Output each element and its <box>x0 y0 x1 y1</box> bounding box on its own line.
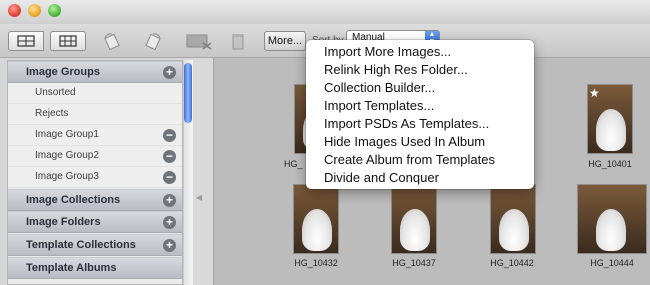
more-menu: Import More Images... Relink High Res Fo… <box>306 40 534 189</box>
rotate-left-icon[interactable] <box>102 32 122 50</box>
image-thumbnail[interactable] <box>293 184 339 254</box>
menu-item-import-more-images[interactable]: Import More Images... <box>324 43 451 60</box>
sidebar-header-image-groups[interactable]: Image Groups + <box>8 61 182 83</box>
photo-content <box>499 209 529 251</box>
image-thumbnail[interactable] <box>577 184 647 254</box>
star-icon: ★ <box>589 86 600 100</box>
sidebar-header-template-albums[interactable]: Template Albums <box>8 257 182 279</box>
sidebar-item-label: Unsorted <box>35 87 76 98</box>
thumbnail-caption: HG_10437 <box>392 258 436 268</box>
grid-view-icon <box>59 35 77 47</box>
sidebar-item-image-group1[interactable]: Image Group1 − <box>8 125 182 146</box>
thumbnail-caption: HG_10401 <box>588 159 632 169</box>
menu-item-import-templates[interactable]: Import Templates... <box>324 97 434 114</box>
single-view-button[interactable] <box>8 31 44 51</box>
sidebar-header-label: Image Folders <box>26 216 101 228</box>
menu-item-create-album-from-templates[interactable]: Create Album from Templates <box>324 151 495 168</box>
image-thumbnail[interactable] <box>490 184 536 254</box>
menu-item-collection-builder[interactable]: Collection Builder... <box>324 79 435 96</box>
sidebar-item-label: Rejects <box>35 108 69 119</box>
sidebar-header-label: Template Collections <box>26 239 136 251</box>
photo-content <box>596 209 626 251</box>
rotate-right-icon[interactable] <box>143 32 163 50</box>
sidebar-header-label: Image Collections <box>26 194 121 206</box>
sidebar-item-unsorted[interactable]: Unsorted <box>8 83 182 104</box>
pane-splitter[interactable] <box>193 58 213 285</box>
zoom-window-button[interactable] <box>48 4 61 17</box>
remove-group-button[interactable]: − <box>163 129 176 142</box>
minimize-window-button[interactable] <box>28 4 41 17</box>
sidebar-item-label: Image Group1 <box>35 129 99 140</box>
remove-group-button[interactable]: − <box>163 171 176 184</box>
thumbnail-caption: HG_10432 <box>294 258 338 268</box>
remove-group-button[interactable]: − <box>163 150 176 163</box>
more-button[interactable]: More... <box>264 31 306 51</box>
single-view-icon <box>17 35 35 47</box>
sidebar-item-rejects[interactable]: Rejects <box>8 104 182 125</box>
sidebar-header-template-collections[interactable]: Template Collections + <box>8 234 182 256</box>
menu-item-import-psds-as-templates[interactable]: Import PSDs As Templates... <box>324 115 489 132</box>
thumbnail-caption: HG_10444 <box>590 258 634 268</box>
add-image-group-button[interactable]: + <box>163 66 176 79</box>
sidebar-header-image-collections[interactable]: Image Collections + <box>8 189 182 211</box>
close-window-button[interactable] <box>8 4 21 17</box>
sidebar-item-image-group2[interactable]: Image Group2 − <box>8 146 182 167</box>
collapse-arrow-icon[interactable]: ◀ <box>196 193 202 202</box>
photo-content <box>302 209 332 251</box>
menu-item-divide-and-conquer[interactable]: Divide and Conquer <box>324 169 439 186</box>
trash-icon[interactable] <box>231 32 245 50</box>
sidebar-scrollbar-thumb[interactable] <box>184 63 192 123</box>
title-bar <box>0 0 650 24</box>
remove-icon[interactable] <box>186 32 212 50</box>
sidebar-item-label: Image Group3 <box>35 171 99 182</box>
photo-content <box>596 109 626 151</box>
add-template-collection-button[interactable]: + <box>163 239 176 252</box>
add-image-folder-button[interactable]: + <box>163 216 176 229</box>
photo-content <box>400 209 430 251</box>
sidebar-item-image-group3[interactable]: Image Group3 − <box>8 167 182 188</box>
menu-item-hide-images-used-in-album[interactable]: Hide Images Used In Album <box>324 133 485 150</box>
thumbnail-caption: HG_10442 <box>490 258 534 268</box>
grid-view-button[interactable] <box>50 31 86 51</box>
menu-item-relink-high-res-folder[interactable]: Relink High Res Folder... <box>324 61 468 78</box>
sidebar: Image Groups + Unsorted Rejects Image Gr… <box>7 60 183 285</box>
sidebar-header-image-folders[interactable]: Image Folders + <box>8 211 182 233</box>
sidebar-header-label: Template Albums <box>26 262 117 274</box>
add-image-collection-button[interactable]: + <box>163 194 176 207</box>
image-thumbnail[interactable] <box>391 184 437 254</box>
sidebar-header-label: Image Groups <box>26 66 100 78</box>
sidebar-item-label: Image Group2 <box>35 150 99 161</box>
